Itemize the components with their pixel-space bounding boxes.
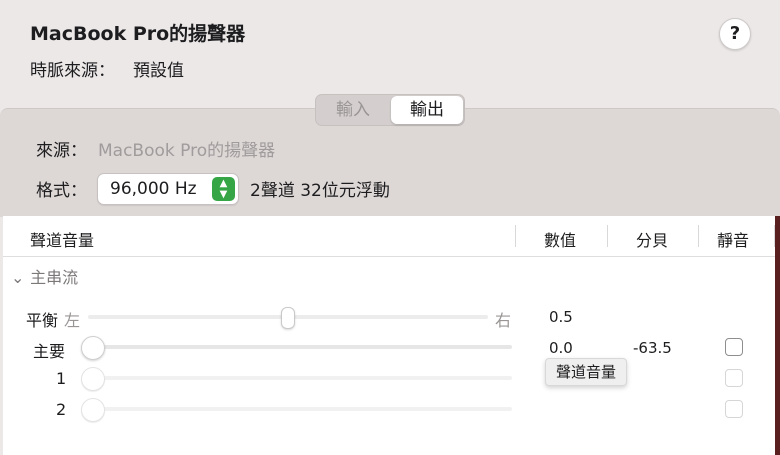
- channel-volume-table: 聲道音量 數值 分貝 靜音 ⌄ 主串流 平衡 左 右 0.5 主要 0.0 -6…: [3, 216, 775, 455]
- chevron-up-down-icon: ▲ ▼: [212, 177, 235, 201]
- volume-slider-knob-main[interactable]: [81, 336, 105, 360]
- group-label: 主串流: [30, 268, 79, 287]
- table-header: 聲道音量 數值 分貝 靜音: [3, 216, 775, 257]
- chevron-down-icon: ⌄: [11, 268, 25, 287]
- format-select-value: 96,000 Hz: [110, 179, 197, 199]
- balance-value: 0.5: [549, 308, 573, 326]
- source-value: MacBook Pro的揚聲器: [98, 141, 276, 161]
- tab-input[interactable]: 輸入: [316, 95, 390, 125]
- volume-slider-knob-1[interactable]: [81, 367, 105, 391]
- column-separator: [607, 225, 608, 247]
- chevron-up-icon: ▲: [219, 178, 228, 189]
- format-label: 格式：: [36, 181, 87, 201]
- help-button[interactable]: ?: [719, 18, 751, 50]
- channel-label-main: 主要: [33, 342, 66, 361]
- tab-output[interactable]: 輸出: [391, 96, 463, 124]
- channel-label-2: 2: [56, 400, 67, 419]
- column-header-mute[interactable]: 靜音: [717, 227, 749, 251]
- volume-db-main: -63.5: [633, 339, 672, 357]
- balance-slider-handle[interactable]: [281, 307, 295, 329]
- tooltip: 聲道音量: [545, 358, 628, 386]
- column-separator: [698, 225, 699, 247]
- column-header-channel-volume[interactable]: 聲道音量: [30, 227, 94, 251]
- volume-slider-knob-2[interactable]: [81, 398, 105, 422]
- window-title: MacBook Pro的揚聲器: [30, 23, 246, 45]
- balance-right-label: 右: [495, 311, 512, 330]
- column-header-db[interactable]: 分貝: [636, 227, 668, 251]
- chevron-down-icon: ▼: [219, 189, 228, 200]
- group-main-stream[interactable]: ⌄ 主串流: [11, 264, 78, 288]
- volume-slider-track-main[interactable]: [83, 345, 512, 349]
- input-output-segmented-control: 輸入 輸出: [315, 94, 465, 126]
- mute-checkbox-1[interactable]: [725, 369, 743, 387]
- column-separator: [515, 225, 516, 247]
- volume-slider-track-2[interactable]: [83, 407, 512, 411]
- clock-source-label: 時脈來源：: [30, 61, 115, 81]
- mute-checkbox-main[interactable]: [725, 338, 743, 356]
- volume-value-main: 0.0: [549, 339, 573, 357]
- balance-left-label: 左: [64, 311, 81, 330]
- window-edge: [775, 216, 780, 455]
- source-label: 來源：: [36, 141, 87, 161]
- format-select[interactable]: 96,000 Hz ▲ ▼: [97, 173, 239, 205]
- clock-source-value[interactable]: 預設值: [133, 56, 184, 81]
- balance-label: 平衡: [26, 311, 59, 330]
- mute-checkbox-2[interactable]: [725, 400, 743, 418]
- column-header-value[interactable]: 數值: [544, 227, 576, 251]
- channel-label-1: 1: [56, 369, 67, 388]
- volume-slider-track-1[interactable]: [83, 376, 512, 380]
- format-description: 2聲道 32位元浮動: [250, 181, 390, 201]
